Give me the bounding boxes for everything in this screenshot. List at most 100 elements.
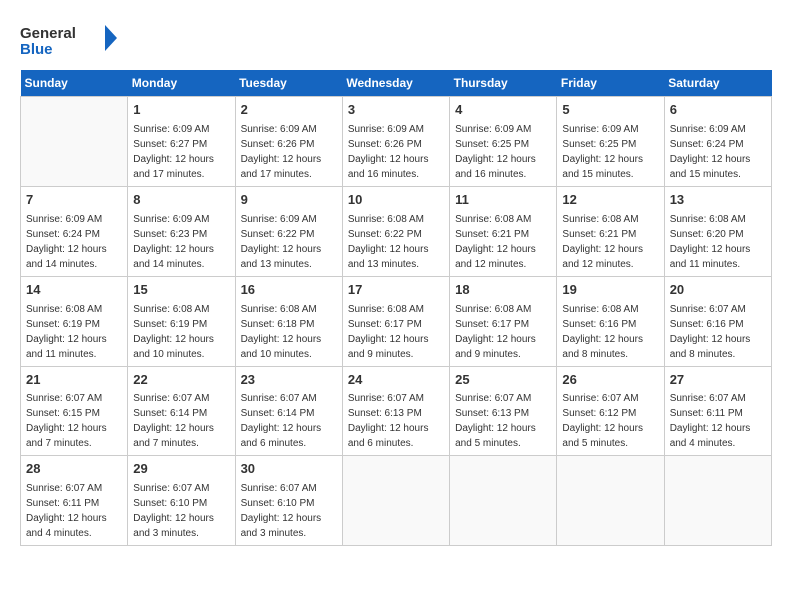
day-number: 14 <box>26 281 122 300</box>
logo-text-block: General Blue <box>20 20 120 60</box>
day-info: Sunrise: 6:08 AM Sunset: 6:22 PM Dayligh… <box>348 212 444 272</box>
calendar-cell: 17 Sunrise: 6:08 AM Sunset: 6:17 PM Dayli… <box>342 276 449 366</box>
day-number: 5 <box>562 101 658 120</box>
day-info: Sunrise: 6:09 AM Sunset: 6:24 PM Dayligh… <box>670 122 766 182</box>
day-number: 20 <box>670 281 766 300</box>
calendar-cell <box>342 456 449 546</box>
day-info: Sunrise: 6:09 AM Sunset: 6:23 PM Dayligh… <box>133 212 229 272</box>
day-info: Sunrise: 6:07 AM Sunset: 6:14 PM Dayligh… <box>133 391 229 451</box>
day-info: Sunrise: 6:07 AM Sunset: 6:12 PM Dayligh… <box>562 391 658 451</box>
day-info: Sunrise: 6:09 AM Sunset: 6:24 PM Dayligh… <box>26 212 122 272</box>
day-info: Sunrise: 6:09 AM Sunset: 6:26 PM Dayligh… <box>241 122 337 182</box>
calendar-cell: 5 Sunrise: 6:09 AM Sunset: 6:25 PM Daylig… <box>557 97 664 187</box>
day-number: 12 <box>562 191 658 210</box>
calendar-header: SundayMondayTuesdayWednesdayThursdayFrid… <box>21 70 772 97</box>
day-info: Sunrise: 6:07 AM Sunset: 6:16 PM Dayligh… <box>670 302 766 362</box>
day-info: Sunrise: 6:08 AM Sunset: 6:16 PM Dayligh… <box>562 302 658 362</box>
day-number: 21 <box>26 371 122 390</box>
calendar-cell: 4 Sunrise: 6:09 AM Sunset: 6:25 PM Daylig… <box>450 97 557 187</box>
day-number: 3 <box>348 101 444 120</box>
calendar-cell: 24Sunrise: 6:07 AM Sunset: 6:13 PM Dayli… <box>342 366 449 456</box>
day-number: 24 <box>348 371 444 390</box>
day-number: 19 <box>562 281 658 300</box>
day-info: Sunrise: 6:07 AM Sunset: 6:13 PM Dayligh… <box>455 391 551 451</box>
day-number: 2 <box>241 101 337 120</box>
day-info: Sunrise: 6:09 AM Sunset: 6:25 PM Dayligh… <box>455 122 551 182</box>
day-number: 11 <box>455 191 551 210</box>
calendar-cell: 11 Sunrise: 6:08 AM Sunset: 6:21 PM Dayli… <box>450 186 557 276</box>
day-number: 30 <box>241 460 337 479</box>
logo-svg: General Blue <box>20 20 120 60</box>
day-number: 4 <box>455 101 551 120</box>
calendar-cell: 14Sunrise: 6:08 AM Sunset: 6:19 PM Dayli… <box>21 276 128 366</box>
calendar-cell: 25Sunrise: 6:07 AM Sunset: 6:13 PM Dayli… <box>450 366 557 456</box>
day-info: Sunrise: 6:08 AM Sunset: 6:20 PM Dayligh… <box>670 212 766 272</box>
calendar-body: 1 Sunrise: 6:09 AM Sunset: 6:27 PM Daylig… <box>21 97 772 546</box>
calendar-cell: 26Sunrise: 6:07 AM Sunset: 6:12 PM Dayli… <box>557 366 664 456</box>
day-info: Sunrise: 6:09 AM Sunset: 6:27 PM Dayligh… <box>133 122 229 182</box>
calendar-cell: 3 Sunrise: 6:09 AM Sunset: 6:26 PM Daylig… <box>342 97 449 187</box>
day-number: 8 <box>133 191 229 210</box>
weekday-header-friday: Friday <box>557 70 664 97</box>
week-row-4: 21Sunrise: 6:07 AM Sunset: 6:15 PM Dayli… <box>21 366 772 456</box>
day-number: 13 <box>670 191 766 210</box>
day-info: Sunrise: 6:07 AM Sunset: 6:10 PM Dayligh… <box>241 481 337 541</box>
day-number: 9 <box>241 191 337 210</box>
calendar-cell: 7 Sunrise: 6:09 AM Sunset: 6:24 PM Daylig… <box>21 186 128 276</box>
weekday-header-saturday: Saturday <box>664 70 771 97</box>
day-number: 18 <box>455 281 551 300</box>
calendar-cell: 20 Sunrise: 6:07 AM Sunset: 6:16 PM Dayli… <box>664 276 771 366</box>
calendar-cell: 6Sunrise: 6:09 AM Sunset: 6:24 PM Daylig… <box>664 97 771 187</box>
calendar-cell: 15 Sunrise: 6:08 AM Sunset: 6:19 PM Dayli… <box>128 276 235 366</box>
calendar-cell <box>450 456 557 546</box>
day-number: 1 <box>133 101 229 120</box>
calendar-cell: 8 Sunrise: 6:09 AM Sunset: 6:23 PM Daylig… <box>128 186 235 276</box>
calendar-cell: 28 Sunrise: 6:07 AM Sunset: 6:11 PM Dayli… <box>21 456 128 546</box>
day-number: 25 <box>455 371 551 390</box>
day-info: Sunrise: 6:07 AM Sunset: 6:11 PM Dayligh… <box>670 391 766 451</box>
day-info: Sunrise: 6:08 AM Sunset: 6:19 PM Dayligh… <box>133 302 229 362</box>
weekday-header-thursday: Thursday <box>450 70 557 97</box>
svg-text:Blue: Blue <box>20 41 53 58</box>
weekday-header-wednesday: Wednesday <box>342 70 449 97</box>
week-row-3: 14 Sunrise: 6:08 AM Sunset: 6:19 PM Dayli… <box>21 276 772 366</box>
page-header: General Blue <box>20 20 772 60</box>
day-info: Sunrise: 6:09 AM Sunset: 6:26 PM Dayligh… <box>348 122 444 182</box>
calendar-table: SundayMondayTuesdayWednesdayThursdayFrid… <box>20 70 772 546</box>
day-number: 17 <box>348 281 444 300</box>
day-info: Sunrise: 6:09 AM Sunset: 6:22 PM Dayligh… <box>241 212 337 272</box>
calendar-cell: 10 Sunrise: 6:08 AM Sunset: 6:22 PM Dayli… <box>342 186 449 276</box>
calendar-cell: 12 Sunrise: 6:08 AM Sunset: 6:21 PM Dayli… <box>557 186 664 276</box>
day-number: 29 <box>133 460 229 479</box>
calendar-cell: 29 Sunrise: 6:07 AM Sunset: 6:10 PM Dayli… <box>128 456 235 546</box>
weekday-header-sunday: Sunday <box>21 70 128 97</box>
calendar-cell <box>557 456 664 546</box>
calendar-cell <box>664 456 771 546</box>
calendar-cell: 1 Sunrise: 6:09 AM Sunset: 6:27 PM Daylig… <box>128 97 235 187</box>
day-info: Sunrise: 6:08 AM Sunset: 6:21 PM Dayligh… <box>455 212 551 272</box>
logo: General Blue <box>20 20 120 60</box>
week-row-1: 1 Sunrise: 6:09 AM Sunset: 6:27 PM Daylig… <box>21 97 772 187</box>
day-number: 22 <box>133 371 229 390</box>
calendar-cell: 2 Sunrise: 6:09 AM Sunset: 6:26 PM Daylig… <box>235 97 342 187</box>
day-info: Sunrise: 6:08 AM Sunset: 6:17 PM Dayligh… <box>348 302 444 362</box>
day-info: Sunrise: 6:07 AM Sunset: 6:11 PM Dayligh… <box>26 481 122 541</box>
day-number: 15 <box>133 281 229 300</box>
calendar-cell: 9 Sunrise: 6:09 AM Sunset: 6:22 PM Daylig… <box>235 186 342 276</box>
day-number: 28 <box>26 460 122 479</box>
day-number: 27 <box>670 371 766 390</box>
svg-text:General: General <box>20 25 76 42</box>
day-number: 10 <box>348 191 444 210</box>
day-number: 26 <box>562 371 658 390</box>
day-number: 7 <box>26 191 122 210</box>
calendar-cell: 23Sunrise: 6:07 AM Sunset: 6:14 PM Dayli… <box>235 366 342 456</box>
day-number: 16 <box>241 281 337 300</box>
weekday-header-tuesday: Tuesday <box>235 70 342 97</box>
day-info: Sunrise: 6:08 AM Sunset: 6:21 PM Dayligh… <box>562 212 658 272</box>
calendar-cell: 13 Sunrise: 6:08 AM Sunset: 6:20 PM Dayli… <box>664 186 771 276</box>
calendar-cell: 27Sunrise: 6:07 AM Sunset: 6:11 PM Dayli… <box>664 366 771 456</box>
day-info: Sunrise: 6:09 AM Sunset: 6:25 PM Dayligh… <box>562 122 658 182</box>
day-number: 23 <box>241 371 337 390</box>
calendar-cell: 19 Sunrise: 6:08 AM Sunset: 6:16 PM Dayli… <box>557 276 664 366</box>
day-info: Sunrise: 6:07 AM Sunset: 6:10 PM Dayligh… <box>133 481 229 541</box>
